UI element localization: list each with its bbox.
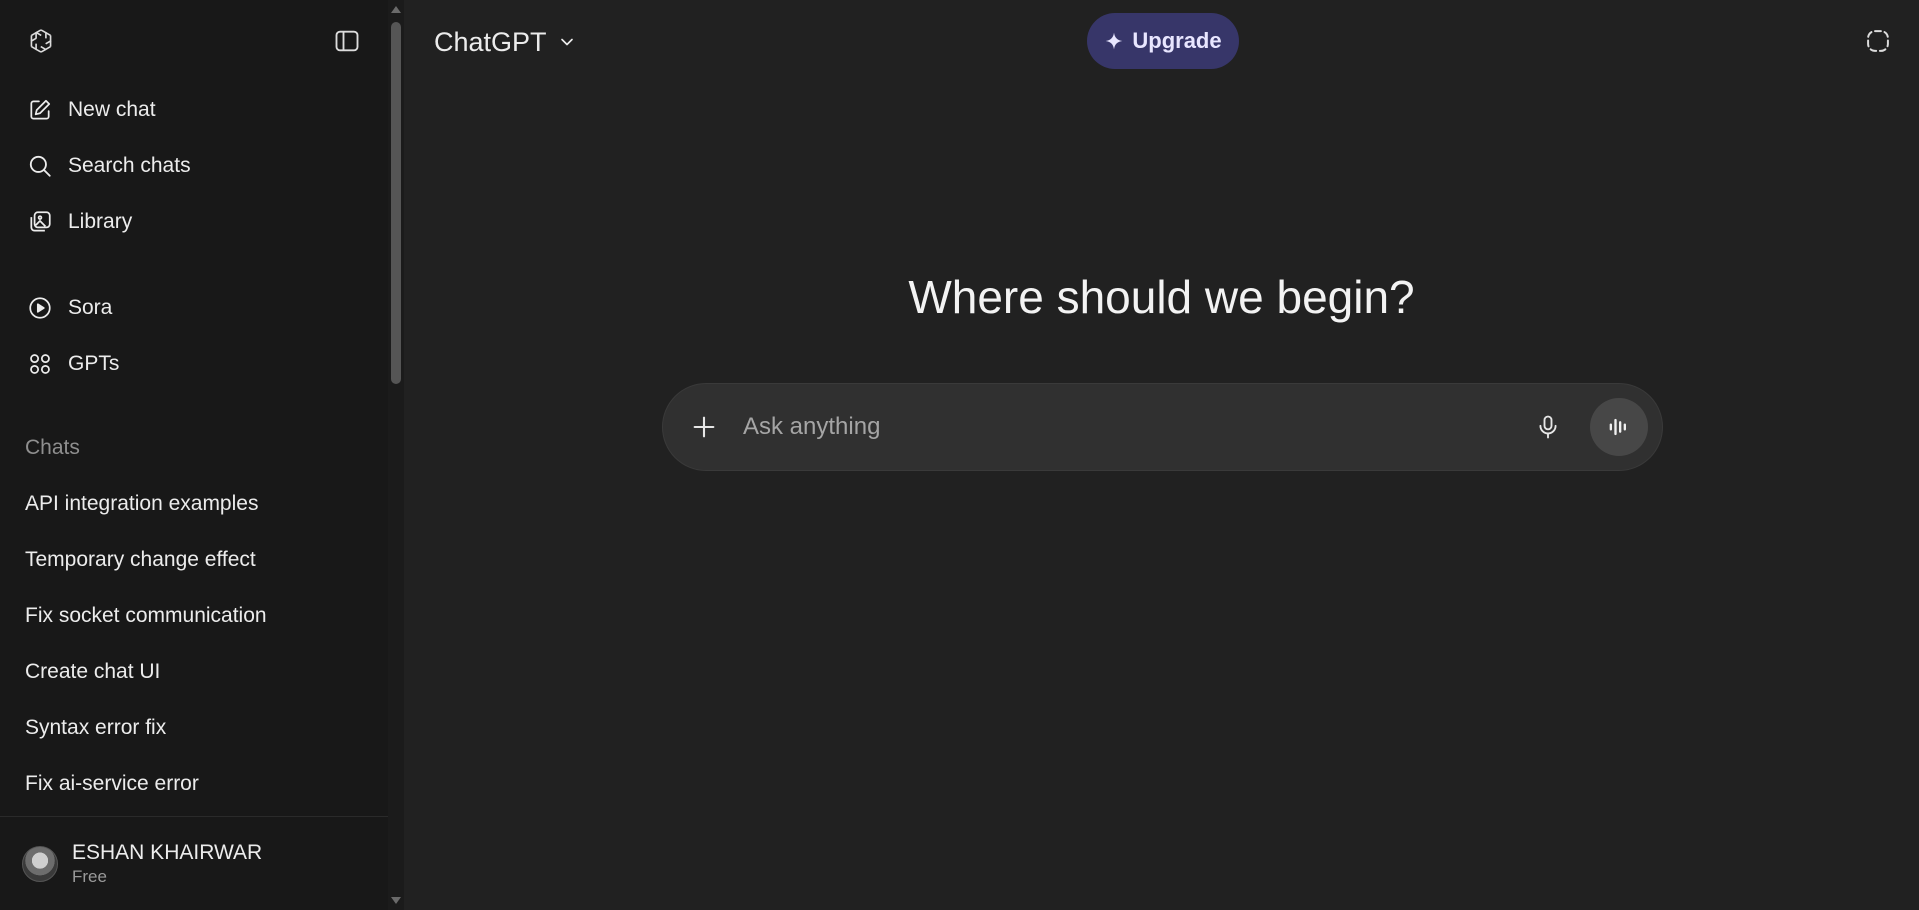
search-icon <box>26 152 54 180</box>
page-title: Where should we begin? <box>908 271 1415 323</box>
sidebar-scroll-area[interactable]: New chat Search chats Library Sora GPTs … <box>0 0 388 816</box>
dashed-circle-icon <box>1867 30 1889 52</box>
scrollbar-thumb[interactable] <box>391 22 401 384</box>
model-selector[interactable]: ChatGPT <box>434 20 577 64</box>
user-name: ESHAN KHAIRWAR <box>72 840 263 864</box>
prompt-input[interactable] <box>743 413 1528 441</box>
model-label: ChatGPT <box>434 26 547 57</box>
new-chat-button[interactable]: New chat <box>0 82 388 138</box>
scroll-up-arrow-icon[interactable] <box>391 6 401 13</box>
sidebar-header <box>0 0 388 82</box>
scroll-down-arrow-icon[interactable] <box>391 897 401 904</box>
avatar <box>22 845 58 882</box>
top-bar: ChatGPT Upgrade <box>404 0 1919 84</box>
gpts-label: GPTs <box>68 352 120 375</box>
chat-history-item[interactable]: Syntax error fix <box>0 700 388 756</box>
temporary-chat-button[interactable] <box>1861 24 1895 58</box>
upgrade-label: Upgrade <box>1132 28 1222 53</box>
sidebar-toggle-icon[interactable] <box>330 24 364 58</box>
library-button[interactable]: Library <box>0 194 388 250</box>
chat-history-item[interactable]: API integration examples <box>0 476 388 532</box>
composer <box>662 383 1663 471</box>
sidebar: New chat Search chats Library Sora GPTs … <box>0 0 404 910</box>
library-label: Library <box>68 210 133 233</box>
library-icon <box>26 208 54 236</box>
plus-icon <box>693 416 715 438</box>
grid-icon <box>26 350 54 378</box>
upgrade-button[interactable]: Upgrade <box>1087 13 1239 69</box>
dictate-button[interactable] <box>1528 407 1568 447</box>
sparkle-icon <box>1106 32 1123 50</box>
search-chats-label: Search chats <box>68 154 191 177</box>
voice-waveform-icon <box>1609 418 1626 436</box>
chat-history-item[interactable]: Fix ai-service error <box>0 756 388 812</box>
chat-history-item[interactable]: Create chat UI <box>0 644 388 700</box>
gpts-button[interactable]: GPTs <box>0 336 388 392</box>
voice-mode-button[interactable] <box>1590 398 1648 456</box>
openai-logo-icon[interactable] <box>24 24 58 58</box>
user-profile-button[interactable]: ESHAN KHAIRWAR Free <box>0 816 388 910</box>
search-chats-button[interactable]: Search chats <box>0 138 388 194</box>
app-window: New chat Search chats Library Sora GPTs … <box>0 0 1919 910</box>
add-attachment-button[interactable] <box>689 412 719 442</box>
chat-history-item[interactable]: Fix socket communication <box>0 588 388 644</box>
edit-icon <box>26 96 54 124</box>
sora-label: Sora <box>68 296 113 319</box>
chevron-down-icon <box>560 38 573 46</box>
user-info: ESHAN KHAIRWAR Free <box>72 841 262 887</box>
chats-section-label: Chats <box>25 436 80 459</box>
chat-history-item[interactable]: Temporary change effect <box>0 532 388 588</box>
microphone-icon <box>1539 415 1557 439</box>
sidebar-scrollbar[interactable] <box>388 0 404 910</box>
new-chat-label: New chat <box>68 98 156 121</box>
user-plan: Free <box>72 866 107 886</box>
main-panel: ChatGPT Upgrade Where should we begin? <box>404 0 1919 910</box>
play-circle-icon <box>26 294 54 322</box>
sora-button[interactable]: Sora <box>0 280 388 336</box>
